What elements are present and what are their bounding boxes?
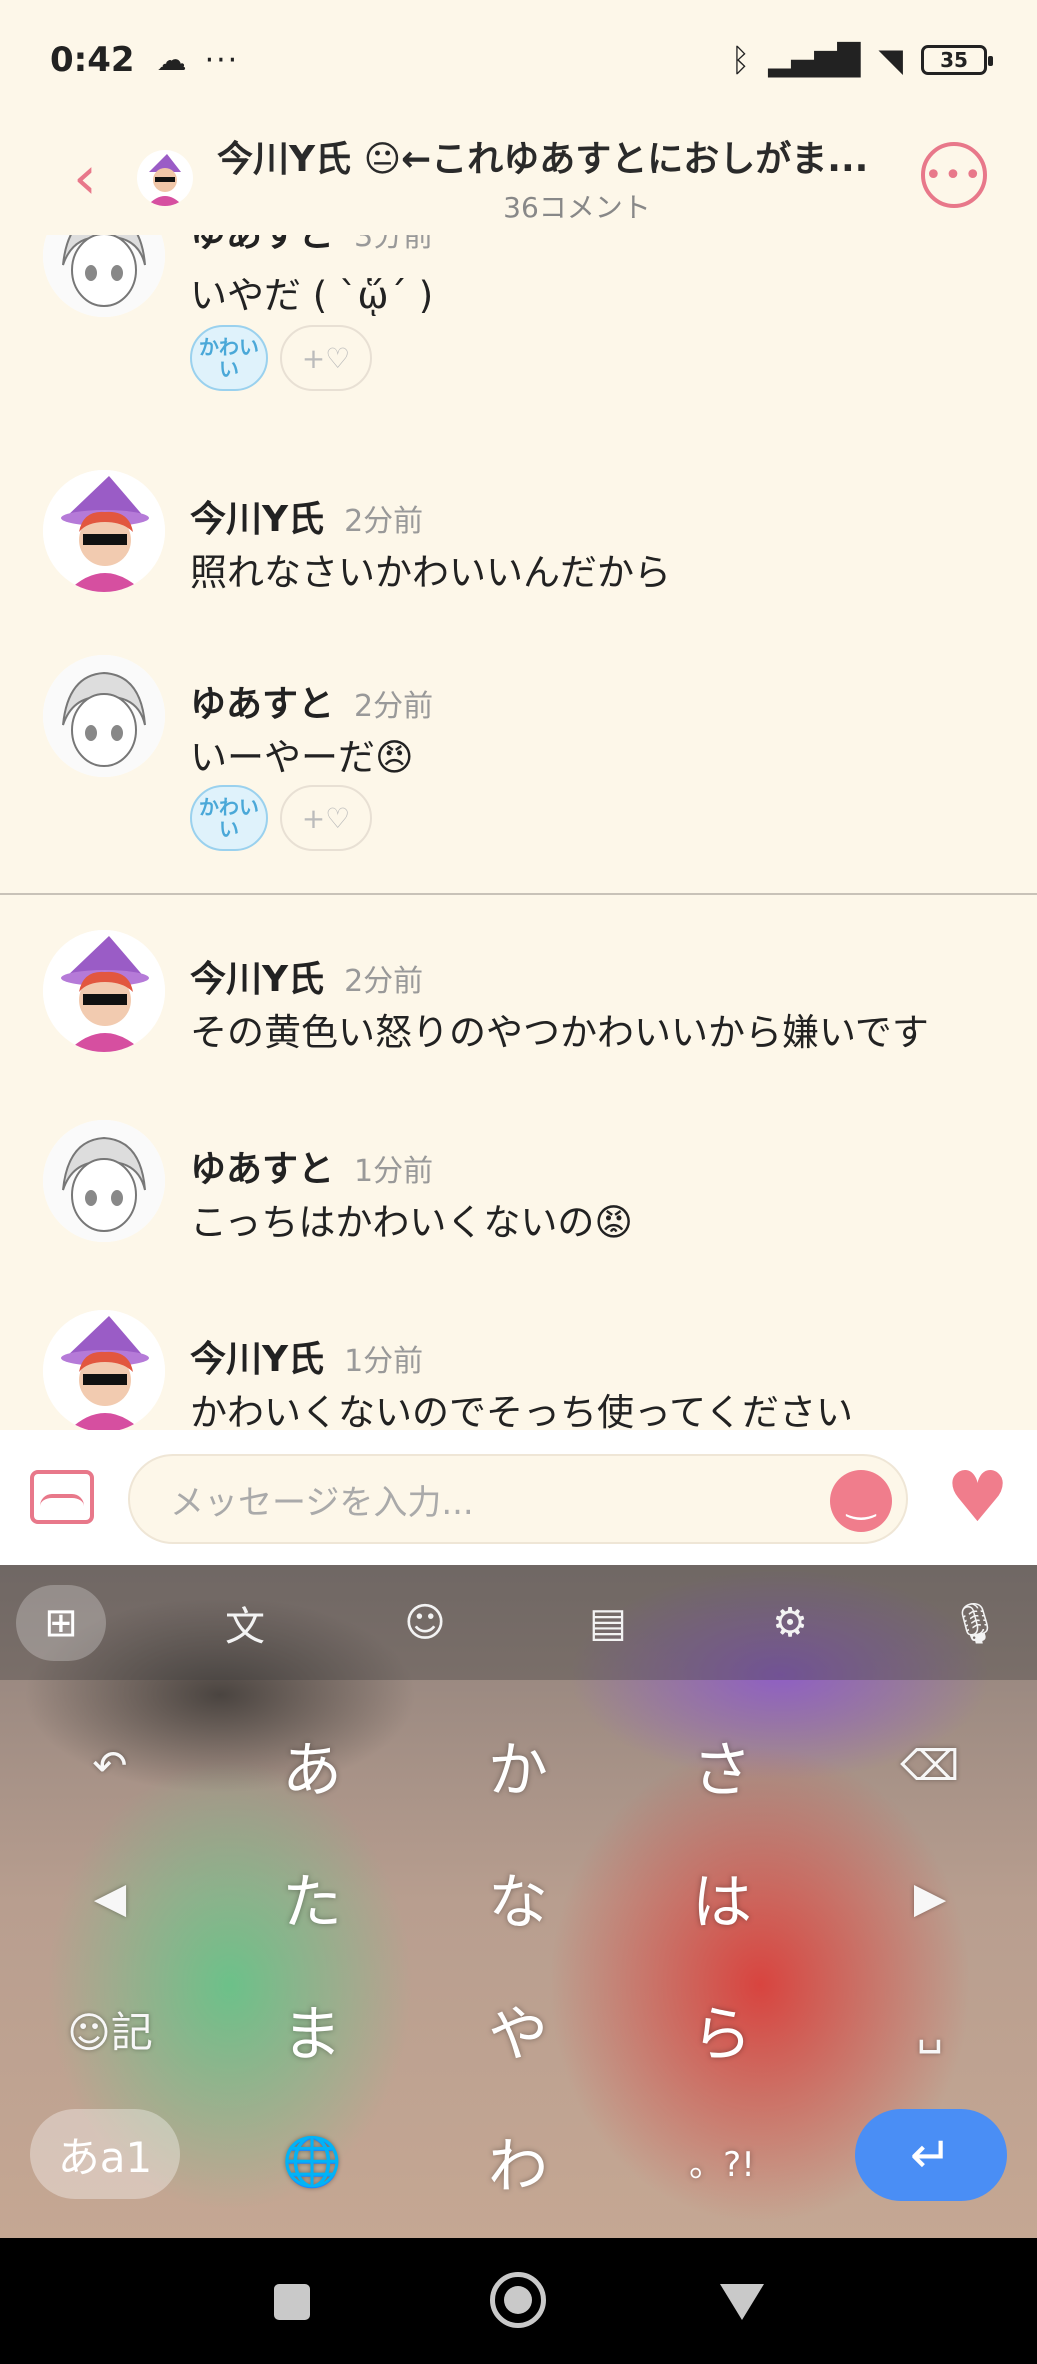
- avatar-white-hair-icon: [43, 655, 165, 777]
- avatar[interactable]: [43, 235, 165, 317]
- signal-icon: ▂▄▆█: [768, 42, 861, 78]
- header-avatar[interactable]: [137, 149, 193, 206]
- key-ta[interactable]: た: [212, 1837, 412, 1957]
- avatar-purple-icon: [43, 1310, 165, 1430]
- message-list: ゆあすと 3分前 いやだ ( ˋᾥˊ ) かわいい +♡: [0, 235, 1037, 1430]
- message-time: 2分前: [344, 504, 424, 539]
- message-time: 3分前: [354, 235, 434, 254]
- recents-button-icon[interactable]: [274, 2284, 310, 2320]
- avatar-purple-icon: [137, 149, 193, 206]
- sender-name: 今川Y氏: [190, 1339, 325, 1380]
- message-time: 2分前: [344, 964, 424, 999]
- message-input-placeholder: メッセージを入力...: [170, 1482, 474, 1523]
- message-time: 1分前: [344, 1344, 424, 1379]
- space-key-icon[interactable]: ␣: [850, 1969, 1010, 2089]
- avatar[interactable]: [43, 470, 165, 592]
- message-text: 照れなさいかわいいんだから: [190, 551, 671, 594]
- emoji-icon[interactable]: ‿: [830, 1470, 892, 1532]
- add-heart-button[interactable]: +♡: [280, 325, 372, 391]
- input-mode-key[interactable]: あa1: [30, 2109, 180, 2199]
- back-button[interactable]: ‹: [45, 138, 125, 218]
- avatar[interactable]: [43, 655, 165, 777]
- battery-icon: 35: [921, 45, 993, 75]
- system-nav-bar: [0, 2238, 1037, 2364]
- bluetooth-icon: ᛒ: [730, 41, 751, 79]
- heart-send-icon[interactable]: ♥: [946, 1462, 1009, 1532]
- message-text: こっちはかわいくないの😡: [190, 1201, 633, 1244]
- cursor-right-icon[interactable]: ▶: [850, 1837, 1010, 1957]
- key-wa[interactable]: わ: [418, 2101, 618, 2221]
- chat-header: ‹ 今川Y氏 😐←これゆあすとにおしがま... 36コメント •••: [0, 120, 1037, 235]
- image-attach-icon[interactable]: [30, 1470, 94, 1524]
- ime-keyboard: ⊞ 文 ☺ ▤ ⚙ 🎙 ↶ あ か さ ⌫ ◀ た な は ▶ ☺記 ま や ら…: [0, 1565, 1037, 2238]
- message-text: いーやーだ😠: [190, 736, 414, 779]
- apps-grid-icon[interactable]: ⊞: [16, 1585, 106, 1661]
- message-input-bar: メッセージを入力... ‿ ♥: [0, 1430, 1037, 1565]
- key-na[interactable]: な: [418, 1837, 618, 1957]
- kawaii-reaction-button[interactable]: かわいい: [190, 785, 268, 851]
- clipboard-icon[interactable]: ▤: [578, 1593, 638, 1653]
- enter-key-icon[interactable]: ↵: [855, 2109, 1007, 2201]
- key-ha[interactable]: は: [622, 1837, 822, 1957]
- wifi-icon: ◥: [878, 41, 903, 79]
- chat-screen: 0:42 ☁ ··· ᛒ ▂▄▆█ ◥ 35 ‹ 今川Y氏 😐←これゆあすとにお…: [0, 0, 1037, 2364]
- add-heart-button[interactable]: +♡: [280, 785, 372, 851]
- avatar[interactable]: [43, 1120, 165, 1242]
- home-button-icon[interactable]: [490, 2272, 546, 2328]
- globe-icon[interactable]: 🌐: [232, 2101, 392, 2221]
- microphone-icon[interactable]: 🎙: [945, 1593, 1005, 1653]
- keyboard-toolbar: ⊞ 文 ☺ ▤ ⚙ 🎙: [0, 1565, 1037, 1680]
- key-punctuation[interactable]: 。?!: [622, 2101, 822, 2221]
- sender-name: 今川Y氏: [190, 499, 325, 540]
- new-messages-divider: [0, 893, 1037, 895]
- sender-name: ゆあすと: [190, 235, 334, 257]
- more-notifications-icon: ···: [204, 42, 240, 78]
- message-time: 1分前: [354, 1154, 434, 1189]
- message-text: その黄色い怒りのやつかわいいから嫌いです: [190, 1011, 929, 1054]
- key-ka[interactable]: か: [418, 1705, 618, 1825]
- sender-name: ゆあすと: [190, 684, 335, 725]
- sender-name: 今川Y氏: [190, 959, 325, 1000]
- more-options-button[interactable]: •••: [921, 142, 987, 208]
- key-a[interactable]: あ: [212, 1705, 412, 1825]
- settings-gear-icon[interactable]: ⚙: [760, 1593, 820, 1653]
- key-sa[interactable]: さ: [622, 1705, 822, 1825]
- cloud-icon: ☁: [156, 42, 187, 78]
- status-bar: 0:42 ☁ ··· ᛒ ▂▄▆█ ◥ 35: [0, 0, 1037, 120]
- key-ma[interactable]: ま: [212, 1969, 412, 2089]
- message-time: 2分前: [354, 689, 434, 724]
- avatar[interactable]: [43, 1310, 165, 1430]
- backspace-key-icon[interactable]: ⌫: [850, 1705, 1010, 1825]
- avatar-white-hair-icon: [43, 235, 165, 317]
- status-time: 0:42: [50, 40, 135, 80]
- kawaii-reaction-button[interactable]: かわいい: [190, 325, 268, 391]
- translate-icon[interactable]: 文: [215, 1593, 275, 1653]
- message-text: いやだ ( ˋᾥˊ ): [190, 274, 434, 317]
- key-ra[interactable]: ら: [622, 1969, 822, 2089]
- avatar-purple-icon: [43, 470, 165, 592]
- avatar[interactable]: [43, 930, 165, 1052]
- message-text: かわいくないのでそっち使ってください: [190, 1391, 854, 1430]
- message-input[interactable]: メッセージを入力... ‿: [128, 1454, 908, 1544]
- chat-title: 今川Y氏 😐←これゆあすとにおしがま...: [217, 138, 869, 180]
- sticker-icon[interactable]: ☺: [395, 1593, 455, 1653]
- key-ya[interactable]: や: [418, 1969, 618, 2089]
- comment-count: 36コメント: [503, 190, 651, 224]
- cursor-left-icon[interactable]: ◀: [30, 1837, 190, 1957]
- avatar-white-hair-icon: [43, 1120, 165, 1242]
- back-nav-button-icon[interactable]: [720, 2284, 764, 2320]
- sender-name: ゆあすと: [190, 1149, 335, 1190]
- undo-key-icon[interactable]: ↶: [30, 1705, 190, 1825]
- avatar-purple-icon: [43, 930, 165, 1052]
- emoji-symbol-key[interactable]: ☺記: [30, 1969, 190, 2089]
